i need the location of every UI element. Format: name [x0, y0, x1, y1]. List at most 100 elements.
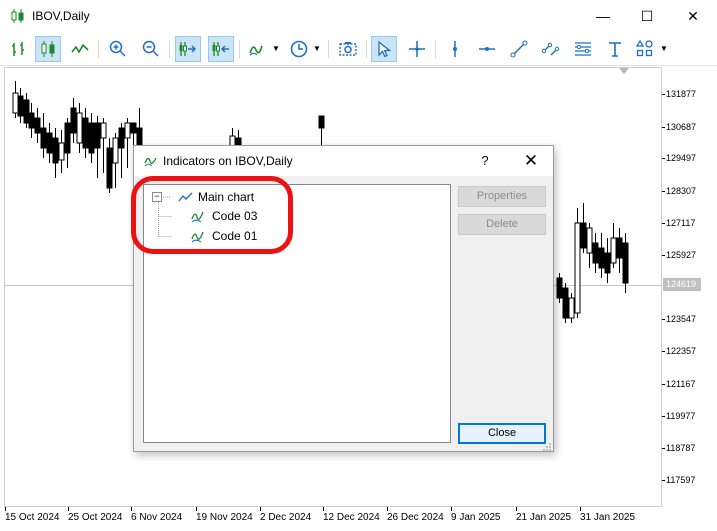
minimize-button[interactable]: —	[580, 0, 626, 32]
chart-shift-button[interactable]	[208, 36, 234, 62]
dialog-close-button[interactable]: ✕	[517, 149, 545, 173]
candlestick-app-icon	[11, 9, 24, 23]
screenshot-button[interactable]	[335, 36, 361, 62]
window-titlebar: IBOV,Daily — ☐ ✕	[0, 0, 717, 32]
dropdown-arrow-icon[interactable]: ▼	[313, 44, 321, 53]
collapse-toggle-icon[interactable]: −	[152, 192, 162, 202]
tree-node-main-chart[interactable]: − Main chart	[152, 188, 254, 206]
chart-shift-icon	[212, 42, 229, 56]
price-label: 125927	[666, 250, 697, 260]
delete-button[interactable]: Delete	[458, 214, 546, 235]
candle-body	[568, 297, 575, 319]
window-title: IBOV,Daily	[32, 9, 90, 23]
candle-body	[622, 242, 629, 284]
periods-button[interactable]	[286, 36, 312, 62]
vertical-line-button[interactable]	[442, 36, 468, 62]
shapes-button[interactable]	[632, 36, 658, 62]
indicators-button[interactable]	[245, 36, 271, 62]
candle-body	[40, 127, 47, 149]
cursor-button[interactable]	[371, 36, 397, 62]
time-tick	[196, 507, 197, 511]
price-tick	[662, 416, 665, 417]
dialog-title: Indicators on IBOV,Daily	[163, 154, 293, 168]
price-label: 131877	[666, 89, 697, 99]
price-label: 130687	[666, 122, 697, 132]
price-tick	[662, 158, 665, 159]
toolbar-separator	[328, 40, 329, 58]
zoom-out-button[interactable]	[138, 36, 164, 62]
candle-body	[23, 99, 30, 124]
text-tool-icon	[609, 42, 621, 57]
maximize-button[interactable]: ☐	[624, 0, 670, 32]
candlestick-chart-button[interactable]	[35, 36, 61, 62]
price-tick	[662, 94, 665, 95]
candle-body	[28, 112, 35, 129]
price-label: 119977	[666, 411, 696, 421]
dropdown-arrow-icon[interactable]: ▼	[272, 44, 280, 53]
close-window-button[interactable]: ✕	[670, 0, 716, 32]
price-label: 122357	[666, 346, 697, 356]
time-tick	[323, 507, 324, 511]
candle-body	[616, 237, 623, 259]
channel-button[interactable]	[538, 36, 564, 62]
candle-body	[112, 137, 119, 164]
help-button[interactable]: ?	[475, 151, 495, 171]
price-label: 121167	[666, 379, 696, 389]
indicators-icon	[249, 45, 263, 56]
candle-body	[580, 222, 587, 249]
dropdown-arrow-icon[interactable]: ▼	[660, 44, 668, 53]
candle-body	[94, 122, 101, 149]
chart-shift-marker-icon	[619, 68, 629, 74]
bar-chart-button[interactable]	[6, 36, 32, 62]
price-tick	[662, 448, 665, 449]
toolbar-separator	[435, 40, 436, 58]
auto-scroll-icon	[179, 42, 197, 56]
candle-body	[318, 115, 325, 129]
date-label: 21 Jan 2025	[516, 512, 572, 523]
price-axis: 131877 130687 129497 128307 127117 125927 1246…	[662, 67, 717, 507]
screenshot-camera-icon	[339, 42, 357, 56]
crosshair-button[interactable]	[404, 36, 430, 62]
line-chart-icon	[71, 43, 89, 54]
zoom-in-button[interactable]	[105, 36, 131, 62]
candle-body	[574, 222, 581, 314]
vertical-line-icon	[453, 41, 457, 57]
resize-grip-icon[interactable]	[542, 442, 552, 452]
indicator-icon	[191, 211, 204, 223]
time-tick	[5, 507, 6, 511]
properties-button[interactable]: Properties	[458, 186, 546, 207]
candle-body	[610, 237, 617, 264]
periods-clock-icon	[290, 40, 308, 58]
shapes-icon	[635, 39, 653, 57]
trendline-button[interactable]	[506, 36, 532, 62]
fibonacci-button[interactable]	[570, 36, 596, 62]
candle-body	[598, 247, 605, 269]
price-label: 123547	[666, 314, 697, 324]
dialog-titlebar: Indicators on IBOV,Daily ? ✕	[134, 146, 553, 176]
price-label: 129497	[666, 153, 697, 163]
price-label: 128307	[666, 186, 697, 196]
price-tick	[662, 480, 665, 481]
date-label: 15 Oct 2024	[5, 512, 60, 523]
auto-scroll-button[interactable]	[175, 36, 201, 62]
tree-node-indicator[interactable]: Code 03	[191, 207, 257, 225]
tree-node-indicator[interactable]: Code 01	[191, 227, 257, 245]
candle-body	[586, 227, 593, 254]
candle-body	[106, 147, 113, 189]
indicator-tree[interactable]: − Main chart Code 03 Code 01	[143, 184, 451, 443]
indicators-dialog: Indicators on IBOV,Daily ? ✕ − Main char…	[133, 145, 554, 452]
horizontal-line-button[interactable]	[474, 36, 500, 62]
candle-body	[604, 252, 611, 274]
price-tick	[662, 351, 665, 352]
price-tick	[662, 384, 665, 385]
candle-body	[124, 122, 131, 139]
equidistant-channel-icon	[541, 42, 560, 56]
line-chart-button[interactable]	[67, 36, 93, 62]
time-tick	[387, 507, 388, 511]
time-tick	[451, 507, 452, 511]
candlestick-chart-icon	[41, 41, 55, 57]
candle-body	[118, 127, 125, 149]
text-button[interactable]	[602, 36, 628, 62]
close-button[interactable]: Close	[458, 423, 546, 444]
candle-body	[17, 95, 24, 117]
